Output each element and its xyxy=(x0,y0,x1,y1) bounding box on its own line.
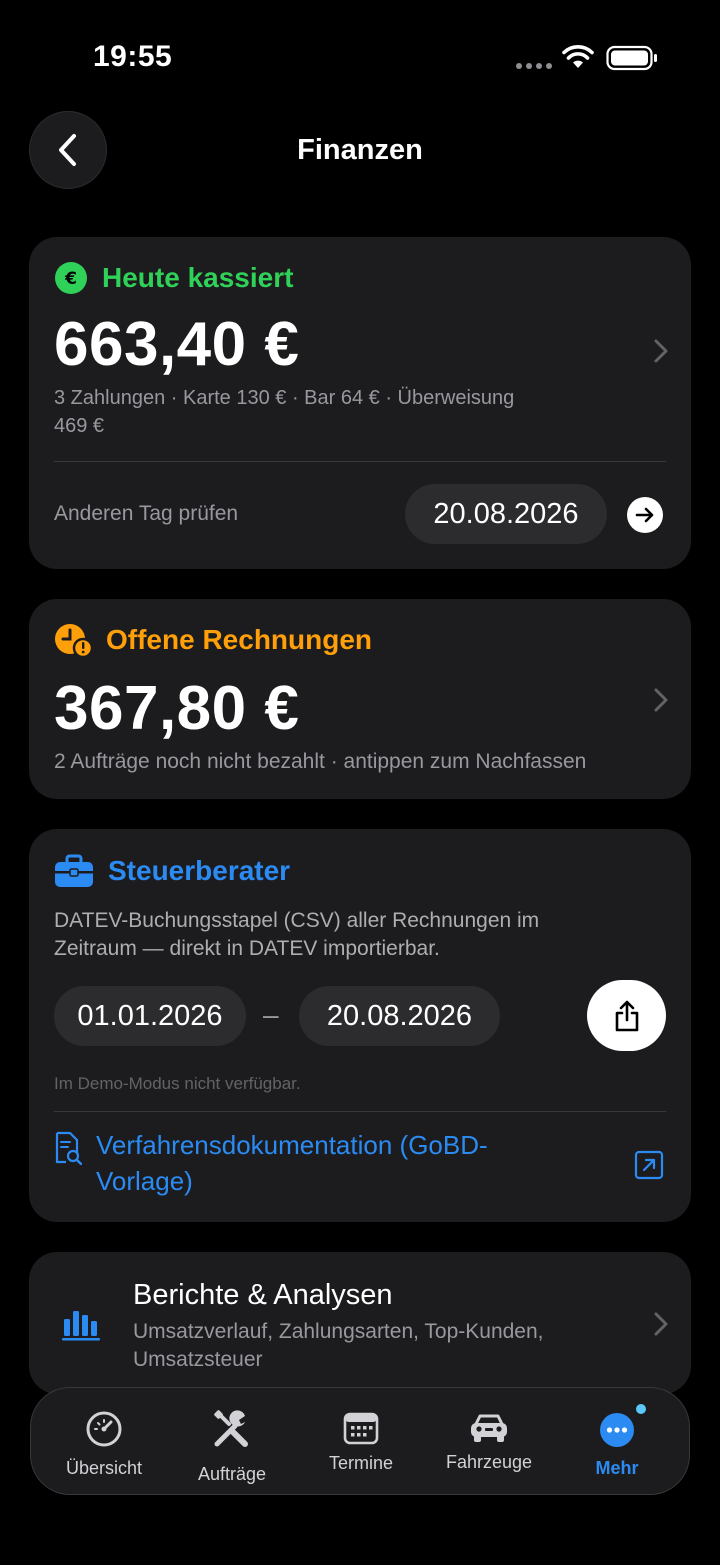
calendar-icon xyxy=(343,1412,379,1445)
euro-circle-icon: € xyxy=(55,262,87,294)
svg-text:€: € xyxy=(64,269,77,289)
speedometer-icon xyxy=(86,1411,122,1447)
to-date-picker[interactable]: 20.08.2026 xyxy=(299,986,500,1046)
wifi-icon xyxy=(562,45,594,68)
bar-chart-icon xyxy=(62,1311,100,1341)
tab-more[interactable]: Mehr xyxy=(567,1388,667,1496)
status-bar: 19:55 xyxy=(0,0,720,110)
external-link-icon xyxy=(634,1150,664,1180)
reports-subtitle-line2: Umsatzsteuer xyxy=(133,1348,263,1371)
today-breakdown-line1: 3 Zahlungen · Karte 130 € · Bar 64 € · Ü… xyxy=(54,387,515,409)
go-date-button[interactable] xyxy=(627,497,663,533)
reports-card[interactable]: Berichte & Analysen Umsatzverlauf, Zahlu… xyxy=(29,1252,691,1394)
divider xyxy=(54,1111,666,1112)
document-search-icon xyxy=(55,1131,82,1165)
open-invoices-header: Offene Rechnungen xyxy=(54,622,372,658)
demo-note: Im Demo-Modus nicht verfügbar. xyxy=(54,1074,301,1093)
car-icon xyxy=(471,1414,507,1442)
procedure-doc-link-line2: Vorlage) xyxy=(96,1166,193,1196)
procedure-doc-link-label: Verfahrensdokumentation (GoBD- Vorlage) xyxy=(96,1127,556,1199)
tax-advisor-header: Steuerberater xyxy=(54,854,290,888)
tax-advisor-description-line1: DATEV-Buchungsstapel (CSV) aller Rechnun… xyxy=(54,909,540,932)
signal-icon xyxy=(516,63,552,69)
procedure-doc-link[interactable]: Verfahrensdokumentation (GoBD- Vorlage) xyxy=(54,1127,556,1199)
chevron-right-icon xyxy=(654,339,668,363)
tax-advisor-card: Steuerberater DATEV-Buchungsstapel (CSV)… xyxy=(29,829,691,1222)
more-icon xyxy=(600,1413,634,1447)
today-breakdown-line2: 469 € xyxy=(54,415,105,437)
open-invoices-subtitle: 2 Aufträge noch nicht bezahlt · antippen… xyxy=(54,750,587,773)
tax-advisor-title: Steuerberater xyxy=(108,855,291,886)
open-invoices-amount: 367,80 € xyxy=(54,674,300,743)
clock-alert-icon xyxy=(55,624,92,658)
tab-label: Termine xyxy=(328,1453,394,1473)
tab-label: Mehr xyxy=(595,1458,639,1478)
open-invoices-card[interactable]: Offene Rechnungen 367,80 € 2 Aufträge no… xyxy=(29,599,691,799)
date-range-dash: – xyxy=(263,999,279,1030)
date-picker[interactable]: 20.08.2026 xyxy=(405,484,607,544)
tab-label: Übersicht xyxy=(65,1458,143,1478)
tab-appointments[interactable]: Termine xyxy=(311,1388,411,1496)
export-share-button[interactable] xyxy=(587,980,666,1051)
share-icon xyxy=(615,1000,638,1031)
chevron-right-icon xyxy=(654,688,668,712)
today-amount: 663,40 € xyxy=(54,310,300,379)
from-date-picker[interactable]: 01.01.2026 xyxy=(54,986,246,1046)
today-breakdown: 3 Zahlungen · Karte 130 € · Bar 64 € · Ü… xyxy=(54,384,514,440)
divider xyxy=(54,461,666,462)
battery-icon xyxy=(606,45,657,71)
chevron-right-icon xyxy=(654,1312,668,1336)
open-invoices-title: Offene Rechnungen xyxy=(106,624,373,655)
today-header: € Heute kassiert xyxy=(54,261,293,295)
arrow-right-icon xyxy=(635,507,654,523)
tab-vehicles[interactable]: Fahrzeuge xyxy=(439,1388,539,1496)
tax-advisor-description: DATEV-Buchungsstapel (CSV) aller Rechnun… xyxy=(54,907,539,963)
tools-icon xyxy=(214,1410,248,1447)
nav-bar: Finanzen xyxy=(0,110,720,192)
today-collected-card[interactable]: € Heute kassiert 663,40 € 3 Zahlungen · … xyxy=(29,237,691,569)
today-title: Heute kassiert xyxy=(102,262,294,293)
status-time: 19:55 xyxy=(93,40,173,73)
page-title: Finanzen xyxy=(297,134,423,166)
notification-dot xyxy=(634,1402,648,1416)
tab-bar: Übersicht Aufträge Termine Fahrzeuge Meh… xyxy=(30,1387,690,1495)
tab-overview[interactable]: Übersicht xyxy=(54,1388,154,1496)
reports-subtitle: Umsatzverlauf, Zahlungsarten, Top-Kunden… xyxy=(133,1318,544,1374)
briefcase-icon xyxy=(55,854,93,887)
procedure-doc-link-line1: Verfahrensdokumentation (GoBD- xyxy=(96,1130,488,1160)
reports-subtitle-line1: Umsatzverlauf, Zahlungsarten, Top-Kunden… xyxy=(133,1320,544,1343)
tab-label: Aufträge xyxy=(197,1464,267,1484)
tax-advisor-description-line2: Zeitraum — direkt in DATEV importierbar. xyxy=(54,937,440,960)
reports-title: Berichte & Analysen xyxy=(133,1279,393,1311)
tab-label: Fahrzeuge xyxy=(445,1452,533,1472)
other-day-label: Anderen Tag prüfen xyxy=(54,502,239,525)
tab-orders[interactable]: Aufträge xyxy=(182,1388,282,1496)
